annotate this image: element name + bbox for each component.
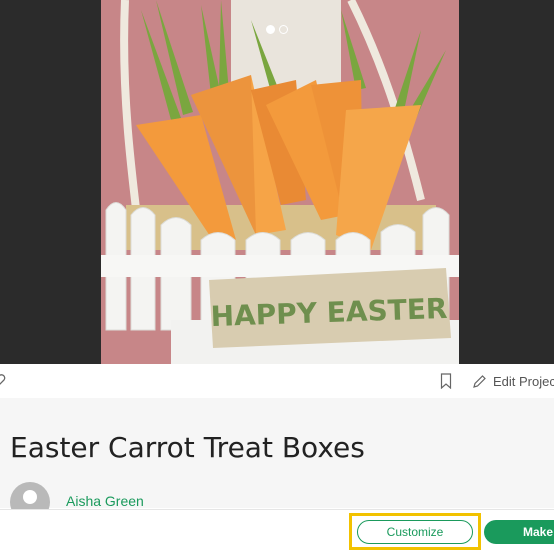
project-action-bar: Edit Project [0,364,554,399]
bookmark-icon[interactable] [440,373,452,389]
pencil-icon [473,374,486,388]
project-details: Easter Carrot Treat Boxes Aisha Green [0,398,554,522]
easter-carrot-boxes-image: HAPPY EASTER [101,0,459,364]
edit-project-label: Edit Project [493,373,554,389]
project-image-carousel[interactable]: HAPPY EASTER [0,0,554,364]
project-title: Easter Carrot Treat Boxes [10,431,365,464]
author-link[interactable]: Aisha Green [66,493,144,509]
customize-button[interactable]: Customize [357,520,473,544]
carousel-dot-2[interactable] [279,25,288,34]
carousel-pager [0,19,554,38]
project-photo: HAPPY EASTER [101,0,459,364]
carousel-dot-1[interactable] [266,25,275,34]
make-button[interactable]: Make [484,520,554,544]
heart-icon[interactable] [0,373,6,387]
project-footer-bar: Customize Make [0,509,554,555]
edit-project-link[interactable]: Edit Project [472,372,554,390]
